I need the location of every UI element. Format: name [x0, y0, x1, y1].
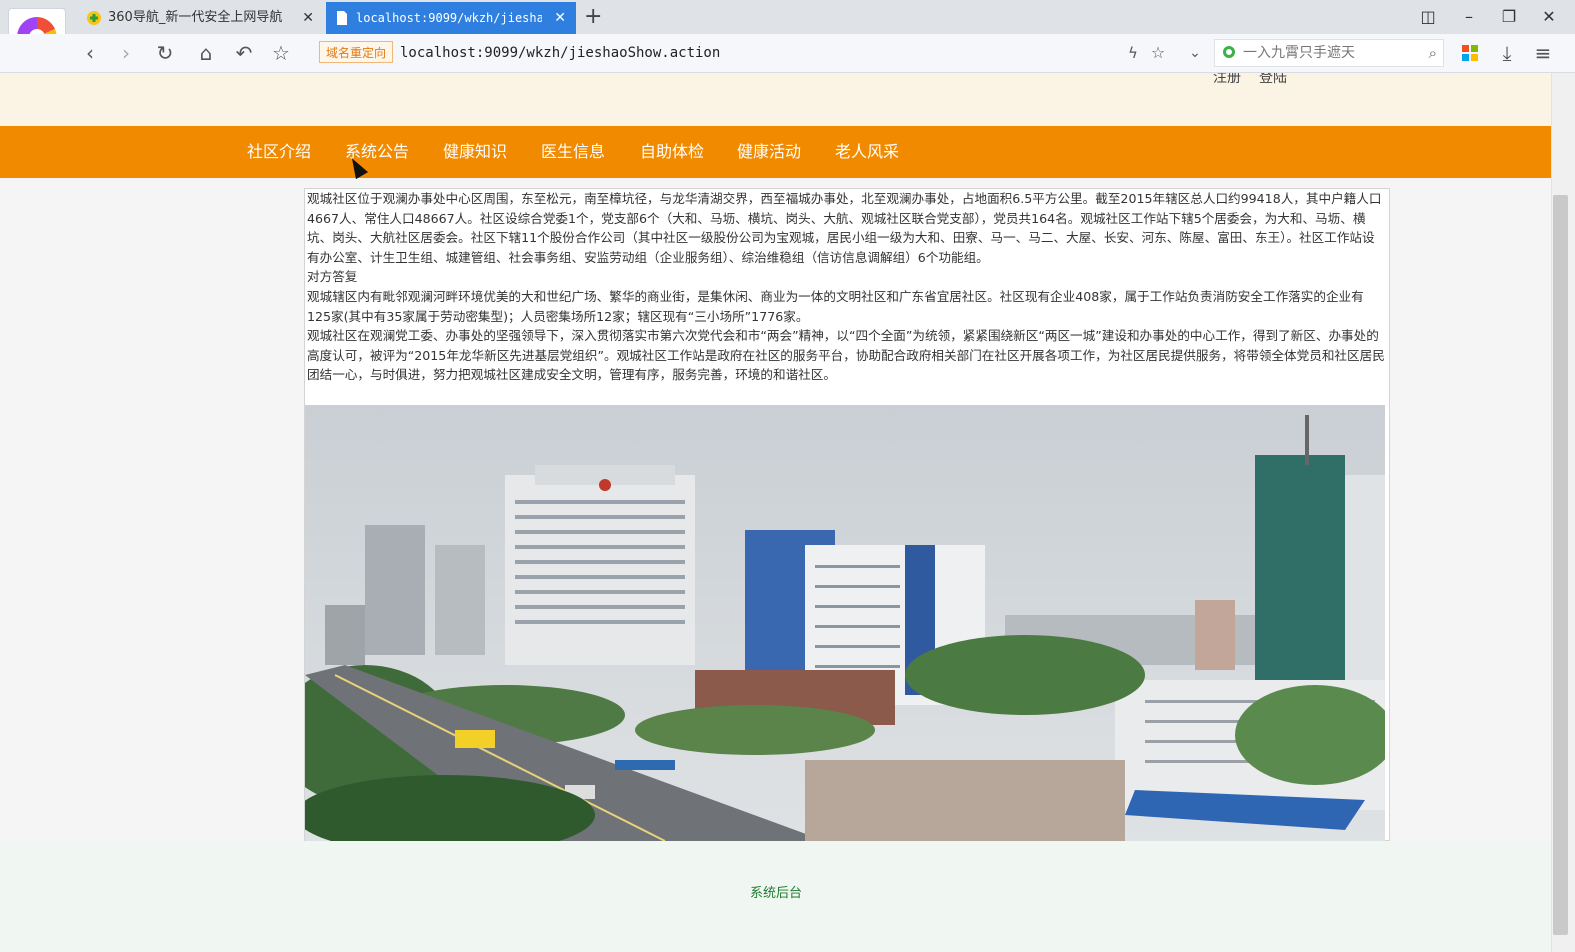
forward-icon[interactable]: ›	[113, 40, 139, 66]
page-favicon-icon	[337, 11, 347, 25]
main-nav: 社区介绍 系统公告 健康知识 医生信息 自助体检 健康活动 老人风采	[0, 126, 1551, 178]
favorite-star-icon[interactable]: ☆	[268, 40, 294, 66]
browser-tab-bar: 360导航_新一代安全上网导航 ✕ localhost:9099/wkzh/ji…	[0, 0, 1575, 34]
tab-localhost[interactable]: localhost:9099/wkzh/jieshaoS ✕	[326, 2, 576, 34]
intro-paragraph: 观城社区位于观澜办事处中心区周围，东至松元，南至樟坑径，与龙华清湖交界，西至福城…	[307, 191, 1382, 265]
redirect-badge[interactable]: 域名重定向	[319, 41, 393, 63]
header-band: 注册 登陆	[0, 73, 1551, 126]
intro-paragraph: 对方答复	[307, 269, 358, 285]
new-tab-button[interactable]: +	[584, 3, 602, 31]
close-window-button[interactable]: ✕	[1534, 2, 1564, 32]
home-icon[interactable]: ⌂	[193, 40, 219, 66]
nav-doctor-info[interactable]: 医生信息	[541, 126, 605, 178]
bookmark-star-icon[interactable]: ☆	[1145, 40, 1171, 66]
login-link[interactable]: 登陆	[1259, 73, 1287, 86]
360-favicon-icon	[87, 11, 101, 25]
browser-nav-bar: ‹ › ↻ ⌂ ↶ ☆ 域名重定向 localhost:9099/wkzh/ji…	[0, 34, 1575, 73]
register-link[interactable]: 注册	[1213, 73, 1241, 86]
scrollbar-thumb[interactable]	[1553, 195, 1568, 935]
tab-360-nav[interactable]: 360导航_新一代安全上网导航 ✕	[78, 2, 324, 34]
download-icon[interactable]: ⤓	[1494, 40, 1520, 66]
page-viewport: 注册 登陆 社区介绍 系统公告 健康知识 医生信息 自助体检 健康活动 老人风采 …	[0, 73, 1551, 952]
search-engine-icon	[1223, 46, 1235, 58]
nav-health-activities[interactable]: 健康活动	[737, 126, 801, 178]
restore-button[interactable]: ❐	[1494, 2, 1524, 32]
community-photo	[305, 405, 1385, 841]
nav-self-checkup[interactable]: 自助体检	[640, 126, 704, 178]
tab-title: localhost:9099/wkzh/jieshaoS	[356, 11, 542, 25]
intro-content: 观城社区位于观澜办事处中心区周围，东至松元，南至樟坑径，与龙华清湖交界，西至福城…	[304, 188, 1390, 841]
back-icon[interactable]: ‹	[77, 40, 103, 66]
nav-health-knowledge[interactable]: 健康知识	[443, 126, 507, 178]
close-tab-icon[interactable]: ✕	[554, 2, 566, 34]
search-box[interactable]: 一入九霄只手遮天 ⌕	[1214, 39, 1444, 67]
reload-icon[interactable]: ↻	[152, 40, 178, 66]
close-tab-icon[interactable]: ✕	[302, 2, 314, 34]
footer: 系统后台	[0, 841, 1551, 952]
intro-paragraph: 观城辖区内有毗邻观澜河畔环境优美的大和世纪广场、繁华的商业街，是集休闲、商业为一…	[307, 288, 1364, 324]
top-links: 注册 登陆	[1213, 73, 1305, 87]
admin-backend-link[interactable]: 系统后台	[750, 882, 802, 901]
address-bar[interactable]: localhost:9099/wkzh/jieshaoShow.action	[400, 41, 1120, 65]
menu-icon[interactable]: ≡	[1530, 40, 1556, 66]
city-buildings-image	[305, 405, 1385, 841]
chevron-down-icon[interactable]: ⌄	[1182, 40, 1208, 66]
undo-icon[interactable]: ↶	[231, 40, 257, 66]
tab-title: 360导航_新一代安全上网导航	[108, 10, 283, 25]
minimize-button[interactable]: –	[1454, 2, 1484, 32]
intro-paragraph: 观城社区在观澜党工委、办事处的坚强领导下，深入贯彻落实市第六次党代会和市“两会”…	[307, 328, 1385, 383]
lightning-icon[interactable]: ϟ	[1120, 40, 1146, 66]
search-placeholder: 一入九霄只手遮天	[1243, 45, 1355, 61]
skin-icon[interactable]: ◫	[1413, 2, 1443, 32]
nav-elderly-gallery[interactable]: 老人风采	[835, 126, 899, 178]
search-icon[interactable]: ⌕	[1429, 40, 1437, 66]
apps-grid-icon[interactable]	[1457, 40, 1483, 66]
nav-community-intro[interactable]: 社区介绍	[247, 126, 311, 178]
